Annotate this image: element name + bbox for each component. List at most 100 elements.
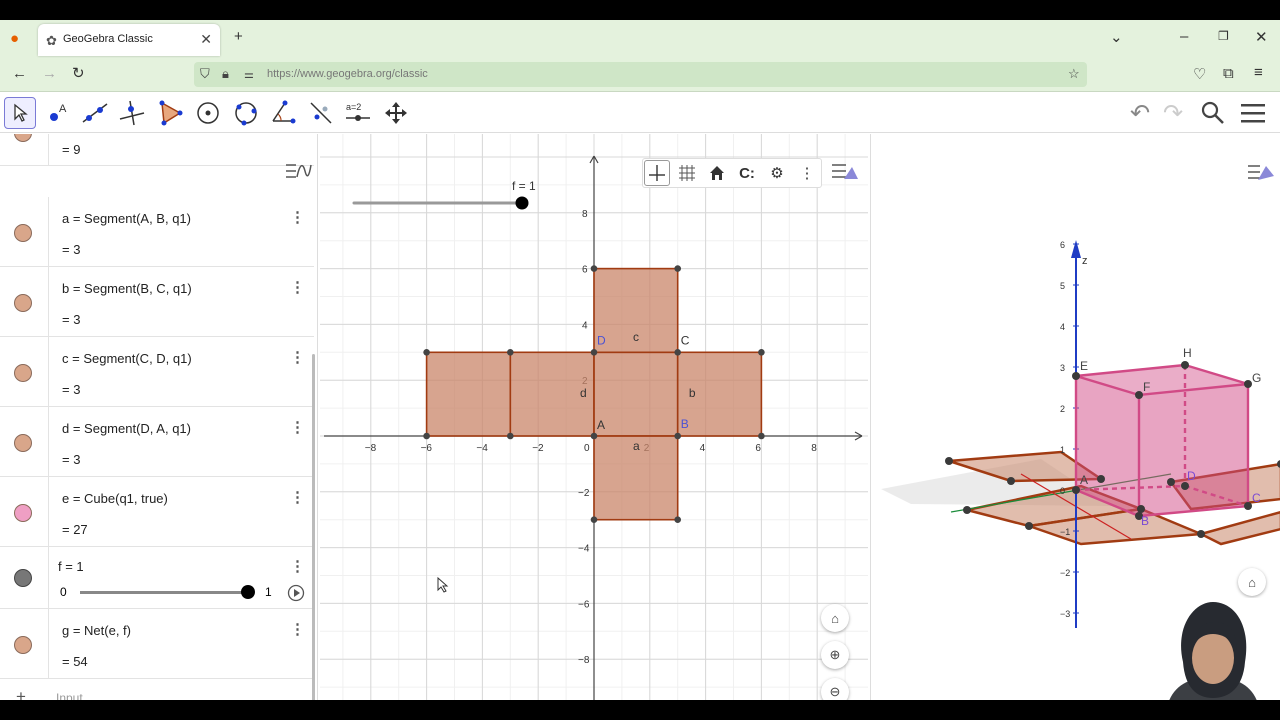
axes-toggle-icon[interactable] [644, 160, 670, 186]
net-vertex [674, 516, 681, 523]
search-icon[interactable] [1200, 100, 1226, 131]
graphics-view-2d[interactable]: −8−6−4−2024688642−2−4−6−8ABCDabcdf = 1 C… [314, 134, 874, 700]
slider-min: 0 [60, 585, 67, 599]
close-window-icon[interactable]: ✕ [1255, 28, 1268, 46]
net-vertex-3d [945, 457, 953, 465]
lock-icon: 🔒︎ [222, 66, 229, 81]
visibility-marker[interactable] [14, 504, 32, 522]
zoom-out-button[interactable]: ⊖ [821, 678, 849, 700]
shield-icon: ⛉ [200, 66, 210, 81]
circle-3points-tool-icon[interactable] [230, 97, 262, 129]
cube-vertex-label: D [1187, 469, 1196, 483]
tab-title: GeoGebra Classic [63, 33, 153, 45]
algebra-row-d[interactable]: d = Segment(D, A, q1) = 3 ⋮ [0, 407, 314, 477]
new-tab-button[interactable]: + [234, 28, 243, 45]
z-axis-arrow [1071, 240, 1081, 258]
algebra-view: = 9 a = Segment(A, B, q1) = 3 ⋮ b = Segm… [0, 134, 318, 700]
y-tick-label: 6 [582, 265, 588, 276]
algebra-row-c[interactable]: c = Segment(C, D, q1) = 3 ⋮ [0, 337, 314, 407]
algebra-row-partial[interactable]: = 9 [0, 134, 314, 166]
more-options-icon[interactable]: ⋮ [290, 557, 305, 575]
home-view-button[interactable]: ⌂ [821, 604, 849, 632]
settings-gear-icon[interactable]: ⚙ [764, 160, 790, 186]
net-vertex [423, 349, 430, 356]
x-tick-label: 6 [755, 443, 761, 454]
algebra-definition: b = Segment(B, C, q1) [62, 281, 192, 296]
visibility-marker[interactable] [14, 294, 32, 312]
algebra-input[interactable]: Input... [56, 691, 93, 700]
back-icon[interactable]: ← [12, 65, 27, 82]
pocket-icon[interactable]: ♡ [1193, 65, 1206, 83]
point-capturing-icon[interactable]: C: [734, 160, 760, 186]
restore-icon[interactable]: ❐ [1218, 29, 1229, 43]
cube-vertex [1244, 502, 1252, 510]
menu-icon[interactable]: ≡ [1254, 64, 1263, 81]
algebra-view-toggle-icon[interactable] [284, 161, 312, 186]
cube-vertex [1181, 361, 1189, 369]
segment-label-d: d [580, 386, 587, 400]
angle-tool-icon[interactable] [267, 97, 299, 129]
visibility-marker[interactable] [14, 569, 32, 587]
grid-toggle-icon[interactable] [674, 160, 700, 186]
more-options-icon[interactable]: ⋮ [290, 488, 305, 506]
move-tool-icon[interactable] [4, 97, 36, 129]
play-animation-icon[interactable] [287, 584, 305, 607]
tab-list-chevron-icon[interactable]: ⌄ [1110, 28, 1123, 46]
style-bar-3d-toggle-icon[interactable] [1246, 162, 1276, 189]
add-icon[interactable]: + [16, 687, 26, 700]
point-label-c: C [681, 333, 690, 347]
reload-icon[interactable]: ↻ [72, 64, 85, 82]
perpendicular-tool-icon[interactable] [116, 97, 148, 129]
y-tick-label: −6 [578, 599, 590, 610]
segment-label-a: a [633, 439, 640, 453]
more-options-icon[interactable]: ⋮ [290, 278, 305, 296]
more-options-icon[interactable]: ⋮ [290, 348, 305, 366]
x-tick-label: 8 [811, 443, 817, 454]
algebra-scrollbar[interactable] [312, 354, 315, 700]
point-tool-icon[interactable]: A [42, 97, 74, 129]
slider-tool-label: a=2 [346, 102, 361, 112]
browser-tab[interactable]: ✿ GeoGebra Classic ✕ [38, 24, 220, 56]
slider-tool-icon[interactable]: a=2 [342, 97, 374, 129]
redo-icon[interactable]: ↷ [1163, 99, 1183, 128]
circle-center-tool-icon[interactable] [192, 97, 224, 129]
slider-definition: f = 1 [58, 559, 84, 574]
algebra-row-g[interactable]: g = Net(e, f) = 54 ⋮ [0, 609, 314, 679]
forward-icon[interactable]: → [42, 65, 57, 82]
extensions-icon[interactable]: ⧉ [1223, 65, 1234, 82]
visibility-marker[interactable] [14, 364, 32, 382]
cube-vertex [1181, 482, 1189, 490]
more-options-icon[interactable]: ⋮ [794, 160, 820, 186]
bookmark-star-icon[interactable]: ☆ [1068, 66, 1080, 82]
standard-view-home-icon[interactable] [704, 160, 730, 186]
algebra-row-b[interactable]: b = Segment(B, C, q1) = 3 ⋮ [0, 267, 314, 337]
zoom-in-button[interactable]: ⊕ [821, 641, 849, 669]
line-tool-icon[interactable] [79, 97, 111, 129]
algebra-row-a[interactable]: a = Segment(A, B, q1) = 3 ⋮ [0, 197, 314, 267]
style-bar-toggle-icon[interactable] [830, 161, 860, 188]
algebra-row-e[interactable]: e = Cube(q1, true) = 27 ⋮ [0, 477, 314, 547]
more-options-icon[interactable]: ⋮ [290, 620, 305, 638]
home-view-3d-button[interactable]: ⌂ [1238, 568, 1266, 596]
hamburger-menu-icon[interactable] [1240, 102, 1266, 129]
address-bar[interactable]: ⛉ 🔒︎ ⚌ https://www.geogebra.org/classic … [194, 62, 1087, 87]
visibility-marker[interactable] [14, 134, 32, 142]
minimize-icon[interactable]: – [1180, 28, 1188, 45]
more-options-icon[interactable]: ⋮ [290, 208, 305, 226]
undo-icon[interactable]: ↶ [1130, 99, 1150, 128]
close-tab-icon[interactable]: ✕ [200, 31, 212, 48]
algebra-input-row[interactable]: + Input... [0, 682, 314, 700]
visibility-marker[interactable] [14, 224, 32, 242]
move-graphics-tool-icon[interactable] [380, 97, 412, 129]
reflect-tool-icon[interactable] [305, 97, 337, 129]
slider-track[interactable] [80, 591, 248, 594]
polygon-tool-icon[interactable] [154, 97, 186, 129]
z-tick-label: 4 [1060, 322, 1065, 332]
algebra-row-slider-f[interactable]: f = 1 ⋮ 0 1 [0, 547, 314, 609]
visibility-marker[interactable] [14, 434, 32, 452]
more-options-icon[interactable]: ⋮ [290, 418, 305, 436]
cube-vertex [1244, 380, 1252, 388]
visibility-marker[interactable] [14, 636, 32, 654]
graphics-2d-canvas[interactable]: −8−6−4−2024688642−2−4−6−8ABCDabcdf = 1 [314, 134, 874, 700]
slider-knob[interactable] [241, 585, 255, 599]
